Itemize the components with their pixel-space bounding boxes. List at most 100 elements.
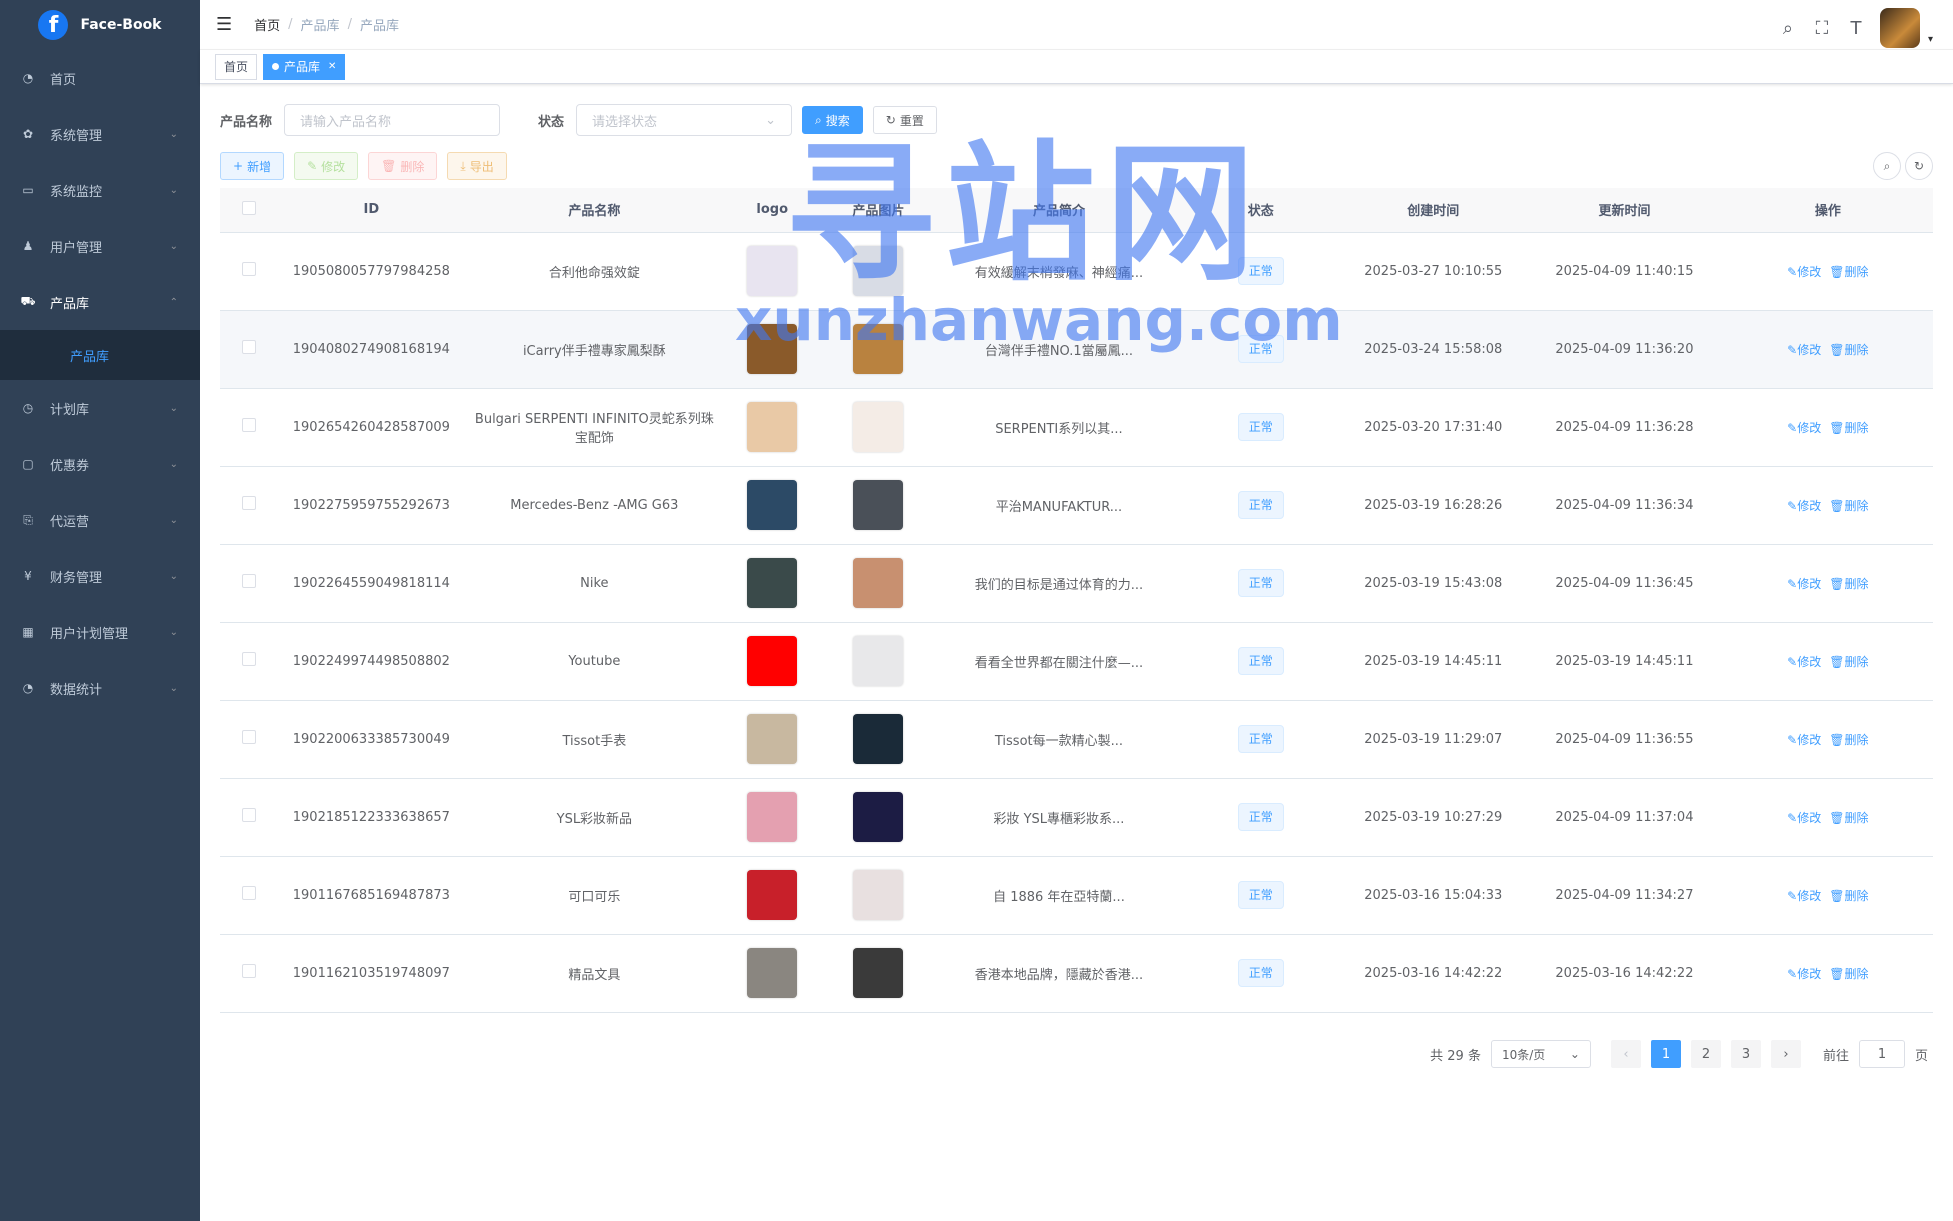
page-size-select[interactable]: 10条/页 ⌄	[1490, 1040, 1591, 1068]
sidebar-item[interactable]: ♟ 用户管理 ⌄	[0, 218, 200, 274]
row-edit-button[interactable]: ✎修改	[1787, 341, 1821, 358]
product-name-input[interactable]: 请输入产品名称	[284, 104, 501, 136]
table-row[interactable]: 1905080057797984258 合利他命强效錠 有效緩解末梢發麻、神經痛…	[220, 232, 1933, 311]
sidebar-item[interactable]: ◔ 首页	[0, 50, 200, 106]
status-select[interactable]: 请选择状态 ⌄	[576, 104, 793, 136]
row-checkbox[interactable]	[242, 418, 257, 432]
row-edit-button[interactable]: ✎修改	[1787, 653, 1821, 670]
avatar[interactable]	[1879, 8, 1920, 48]
select-all-checkbox[interactable]	[242, 200, 257, 215]
search-icon[interactable]: ⌕	[1778, 18, 1798, 39]
logo-image[interactable]	[747, 246, 798, 296]
sidebar-item[interactable]: ⛟ 产品库 ⌃	[0, 274, 200, 330]
logo-image[interactable]	[747, 402, 798, 452]
close-icon[interactable]: ✕	[328, 61, 336, 72]
row-delete-button[interactable]: 🗑删除	[1829, 263, 1868, 280]
row-checkbox[interactable]	[242, 340, 257, 354]
table-row[interactable]: 1901162103519748097 精品文具 香港本地品牌，隱藏於香港...…	[220, 934, 1933, 1013]
sidebar-item[interactable]: ✿ 系统管理 ⌄	[0, 106, 200, 162]
product-image[interactable]	[853, 480, 904, 530]
product-image[interactable]	[853, 870, 904, 920]
table-row[interactable]: 1902249974498508802 Youtube 看看全世界都在關注什麼—…	[220, 622, 1933, 701]
row-checkbox[interactable]	[242, 808, 257, 822]
sidebar-item[interactable]: ▦ 用户计划管理 ⌄	[0, 604, 200, 660]
row-delete-button[interactable]: 🗑删除	[1829, 965, 1868, 982]
product-image[interactable]	[853, 714, 904, 764]
toggle-search-button[interactable]: ⌕	[1873, 152, 1901, 180]
product-image[interactable]	[853, 792, 904, 842]
font-size-icon[interactable]: T	[1846, 18, 1866, 39]
product-image[interactable]	[853, 636, 904, 686]
sidebar-item[interactable]: ◷ 计划库 ⌄	[0, 380, 200, 436]
row-delete-button[interactable]: 🗑删除	[1829, 653, 1868, 670]
product-image[interactable]	[853, 324, 904, 374]
caret-down-icon[interactable]: ▾	[1928, 34, 1933, 45]
table-row[interactable]: 1902654260428587009 Bulgari SERPENTI INF…	[220, 388, 1933, 467]
row-checkbox[interactable]	[242, 652, 257, 666]
row-checkbox[interactable]	[242, 730, 257, 744]
fullscreen-icon[interactable]: ⛶	[1812, 18, 1832, 39]
row-checkbox[interactable]	[242, 574, 257, 588]
table-row[interactable]: 1902185122333638657 YSL彩妝新品 彩妝 YSL專櫃彩妝系.…	[220, 778, 1933, 857]
column-header[interactable]	[220, 188, 279, 233]
row-delete-button[interactable]: 🗑删除	[1829, 809, 1868, 826]
row-edit-button[interactable]: ✎修改	[1787, 965, 1821, 982]
prev-page-button[interactable]: ‹	[1610, 1040, 1641, 1068]
product-image[interactable]	[853, 948, 904, 998]
row-checkbox[interactable]	[242, 262, 257, 276]
row-delete-button[interactable]: 🗑删除	[1829, 887, 1868, 904]
next-page-button[interactable]: ›	[1770, 1040, 1801, 1068]
add-button[interactable]: + 新增	[220, 152, 285, 180]
sidebar-item[interactable]: ◔ 数据统计 ⌄	[0, 660, 200, 716]
table-row[interactable]: 1902200633385730049 Tissot手表 Tissot每一款精心…	[220, 700, 1933, 779]
goto-page-input[interactable]: 1	[1858, 1040, 1905, 1068]
delete-button[interactable]: 🗑 删除	[368, 152, 438, 180]
product-image[interactable]	[853, 558, 904, 608]
page-3[interactable]: 3	[1730, 1040, 1761, 1068]
row-delete-button[interactable]: 🗑删除	[1829, 497, 1868, 514]
page-2[interactable]: 2	[1690, 1040, 1721, 1068]
hamburger-icon[interactable]: ☰	[216, 14, 232, 35]
row-edit-button[interactable]: ✎修改	[1787, 887, 1821, 904]
row-edit-button[interactable]: ✎修改	[1787, 731, 1821, 748]
row-delete-button[interactable]: 🗑删除	[1829, 341, 1868, 358]
table-row[interactable]: 1902275959755292673 Mercedes-Benz -AMG G…	[220, 466, 1933, 545]
row-checkbox[interactable]	[242, 886, 257, 900]
row-delete-button[interactable]: 🗑删除	[1829, 419, 1868, 436]
tag-product-library[interactable]: 产品库 ✕	[263, 53, 346, 80]
logo-image[interactable]	[747, 558, 798, 608]
row-checkbox[interactable]	[242, 496, 257, 510]
breadcrumb-home[interactable]: 首页	[254, 15, 280, 34]
logo-image[interactable]	[747, 948, 798, 998]
table-row[interactable]: 1902264559049818114 Nike 我们的目标是通过体育的力...…	[220, 544, 1933, 623]
row-edit-button[interactable]: ✎修改	[1787, 497, 1821, 514]
logo-image[interactable]	[747, 636, 798, 686]
row-checkbox[interactable]	[242, 964, 257, 978]
app-logo[interactable]: f Face-Book	[0, 0, 200, 50]
table-row[interactable]: 1904080274908168194 iCarry伴手禮專家鳳梨酥 台灣伴手禮…	[220, 310, 1933, 389]
logo-image[interactable]	[747, 480, 798, 530]
logo-image[interactable]	[747, 324, 798, 374]
product-image[interactable]	[853, 246, 904, 296]
row-delete-button[interactable]: 🗑删除	[1829, 575, 1868, 592]
row-edit-button[interactable]: ✎修改	[1787, 809, 1821, 826]
logo-image[interactable]	[747, 870, 798, 920]
table-row[interactable]: 1901167685169487873 可口可乐 自 1886 年在亞特蘭...…	[220, 856, 1933, 935]
row-delete-button[interactable]: 🗑删除	[1829, 731, 1868, 748]
row-edit-button[interactable]: ✎修改	[1787, 575, 1821, 592]
sidebar-item[interactable]: ▭ 系统监控 ⌄	[0, 162, 200, 218]
reset-button[interactable]: ↻ 重置	[872, 106, 937, 134]
export-button[interactable]: ⤓ 导出	[447, 152, 507, 180]
sidebar-item[interactable]: ¥ 财务管理 ⌄	[0, 548, 200, 604]
search-button[interactable]: ⌕ 搜索	[802, 106, 863, 134]
page-1[interactable]: 1	[1650, 1040, 1681, 1068]
logo-image[interactable]	[747, 714, 798, 764]
submenu-product-library[interactable]: 产品库	[0, 330, 200, 380]
logo-image[interactable]	[747, 792, 798, 842]
row-edit-button[interactable]: ✎修改	[1787, 263, 1821, 280]
tag-home[interactable]: 首页	[215, 53, 258, 80]
row-edit-button[interactable]: ✎修改	[1787, 419, 1821, 436]
sidebar-item[interactable]: ⎘ 代运营 ⌄	[0, 492, 200, 548]
edit-button[interactable]: ✎ 修改	[294, 152, 359, 180]
refresh-button[interactable]: ↻	[1905, 152, 1933, 180]
